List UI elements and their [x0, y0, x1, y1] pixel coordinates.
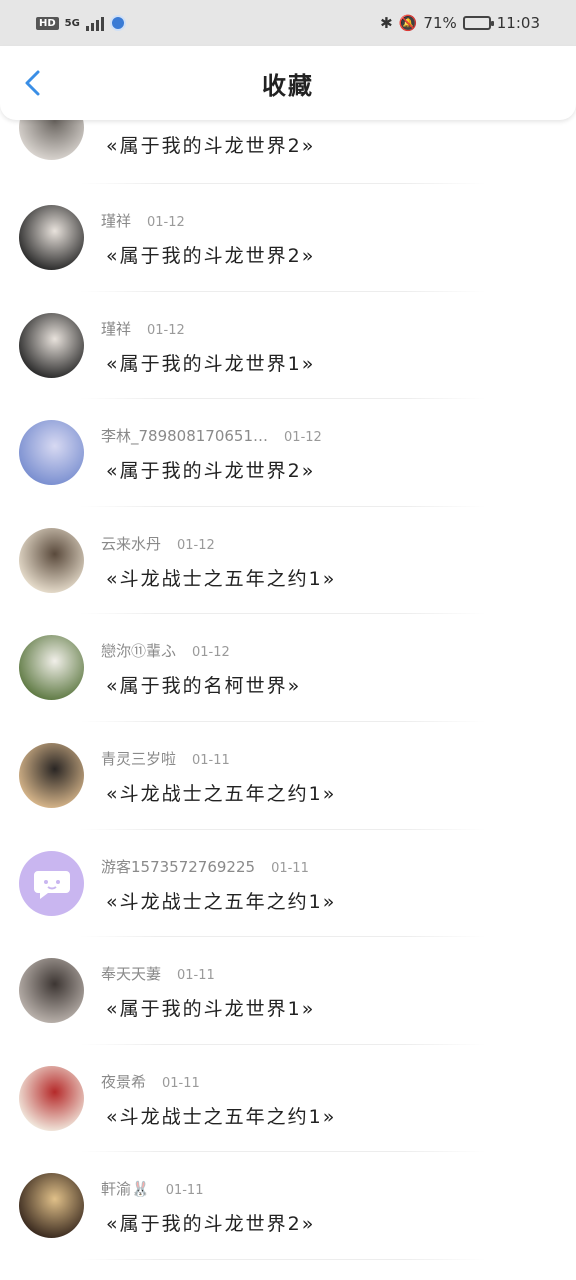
date: 01-12 [147, 215, 185, 230]
story-title[interactable]: «斗龙战士之五年之约1» [106, 564, 336, 591]
favorite-item[interactable]: 瑾祥 01-12 «属于我的斗龙世界1» [0, 292, 576, 400]
username[interactable]: 奉天天萋 [101, 963, 161, 984]
mute-bell-icon: 🔕 [398, 14, 418, 32]
date: 01-11 [165, 1183, 204, 1199]
story-title[interactable]: «属于我的斗龙世界2» [106, 456, 315, 483]
username[interactable]: 云来水丹 [101, 533, 161, 554]
favorite-item[interactable]: 李林_789808170651… 01-12 «属于我的斗龙世界2» [0, 399, 576, 507]
story-title[interactable]: «属于我的斗龙世界1» [106, 349, 315, 376]
username[interactable]: 瑾祥 [101, 318, 131, 339]
date: 01-12 [192, 645, 230, 661]
date: 01-12 [177, 537, 215, 553]
avatar[interactable] [19, 742, 84, 808]
avatar[interactable] [19, 1173, 84, 1239]
item-meta: 戀沵⑪輩ふ 01-12 [101, 640, 230, 661]
story-title[interactable]: «属于我的斗龙世界2» [106, 1209, 315, 1236]
signal-icon [85, 15, 104, 31]
item-meta: 青灵三岁啦 01-11 [101, 748, 230, 769]
item-meta: 李林_789808170651… 01-12 [101, 425, 322, 446]
username[interactable]: 青灵三岁啦 [101, 748, 176, 769]
battery-icon [462, 16, 494, 30]
date: 01-12 [284, 430, 322, 446]
favorites-list: 御阪振荣01-12«属于我的斗龙世界2»瑾祥01-12«属于我的斗龙世界2»瑾祥… [0, 95, 576, 1260]
date: 01-12 [147, 322, 185, 338]
divider [80, 1258, 486, 1260]
date: 01-11 [162, 1075, 200, 1091]
favorite-item[interactable]: 瑾祥 01-12 «属于我的斗龙世界2» [0, 184, 576, 292]
username[interactable]: 游客1573572769225 [101, 856, 255, 877]
avatar[interactable] [19, 205, 84, 270]
avatar[interactable] [19, 312, 84, 378]
chat-bubble-icon [33, 871, 70, 900]
status-left: HD 5G [36, 15, 126, 31]
story-title[interactable]: «属于我的斗龙世界2» [106, 241, 315, 268]
username[interactable]: 瑾祥 [101, 210, 131, 231]
username[interactable]: 軒渝🐰 [101, 1178, 150, 1199]
browser-globe-icon [109, 15, 126, 31]
username[interactable]: 夜景希 [101, 1071, 146, 1092]
favorite-item[interactable]: 軒渝🐰 01-11 «属于我的斗龙世界2» [0, 1152, 576, 1260]
favorite-item[interactable]: 云来水丹 01-12 «斗龙战士之五年之约1» [0, 507, 576, 615]
story-title[interactable]: «斗龙战士之五年之约1» [106, 779, 336, 806]
avatar[interactable] [19, 527, 84, 593]
bluetooth-icon: ✱ [380, 14, 393, 32]
date: 01-11 [271, 860, 309, 876]
avatar[interactable] [19, 850, 84, 916]
favorite-item[interactable]: 青灵三岁啦 01-11 «斗龙战士之五年之约1» [0, 722, 576, 830]
avatar[interactable] [19, 958, 84, 1024]
story-title[interactable]: «斗龙战士之五年之约1» [106, 1102, 336, 1129]
status-bar: HD 5G ✱ 🔕 71% 11:03 [0, 0, 576, 46]
item-meta: 軒渝🐰 01-11 [101, 1178, 203, 1199]
date: 01-11 [177, 968, 215, 984]
nav-bar: 收藏 [0, 46, 576, 120]
favorite-item[interactable]: 戀沵⑪輩ふ 01-12 «属于我的名柯世界» [0, 614, 576, 722]
hd-badge: HD [36, 16, 59, 30]
item-meta: 瑾祥 01-12 [101, 318, 185, 339]
page-title: 收藏 [262, 71, 314, 100]
item-meta: 奉天天萋 01-11 [101, 963, 215, 984]
story-title[interactable]: «属于我的斗龙世界1» [106, 994, 315, 1021]
favorite-item[interactable]: 夜景希 01-11 «斗龙战士之五年之约1» [0, 1045, 576, 1153]
network-label: 5G [64, 17, 80, 29]
story-title[interactable]: «属于我的斗龙世界2» [106, 131, 315, 158]
favorite-item[interactable]: 奉天天萋 01-11 «属于我的斗龙世界1» [0, 937, 576, 1045]
username[interactable]: 戀沵⑪輩ふ [101, 640, 176, 661]
story-title[interactable]: «属于我的名柯世界» [106, 671, 301, 698]
status-right: ✱ 🔕 71% 11:03 [380, 14, 540, 32]
item-meta: 游客1573572769225 01-11 [101, 856, 309, 877]
username[interactable]: 李林_789808170651… [101, 425, 268, 446]
item-meta: 云来水丹 01-12 [101, 533, 215, 554]
item-meta: 瑾祥 01-12 [101, 210, 185, 231]
battery-percent: 71% [423, 14, 457, 32]
avatar[interactable] [19, 1065, 84, 1131]
clock: 11:03 [496, 14, 540, 32]
story-title[interactable]: «斗龙战士之五年之约1» [106, 887, 336, 914]
avatar[interactable] [19, 420, 84, 486]
avatar[interactable] [19, 635, 84, 701]
date: 01-11 [192, 752, 230, 768]
favorite-item[interactable]: 游客1573572769225 01-11 «斗龙战士之五年之约1» [0, 830, 576, 938]
item-meta: 夜景希 01-11 [101, 1071, 200, 1092]
back-button[interactable] [18, 68, 48, 98]
chevron-left-icon [25, 70, 40, 96]
